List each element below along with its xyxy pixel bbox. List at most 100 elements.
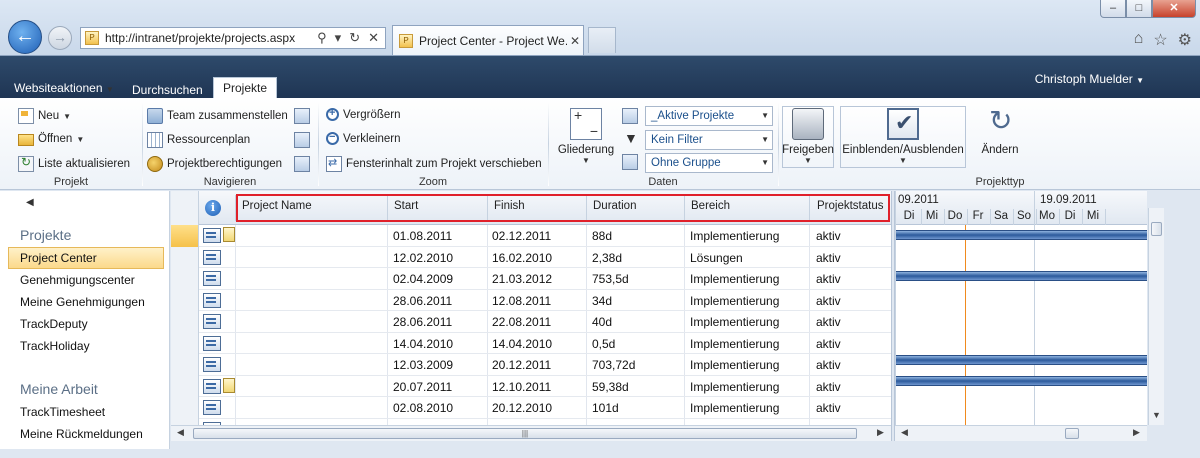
table-row[interactable]: 02.04.2009 21.03.2012 753,5d Implementierun… (171, 268, 891, 290)
nav-item-genehmigungscenter[interactable]: Genehmigungscenter (20, 273, 135, 287)
nav-item-tracktimesheet[interactable]: TrackTimesheet (20, 405, 105, 419)
search-icon[interactable]: ⚲ (317, 30, 327, 46)
row-selector[interactable] (171, 375, 199, 397)
project-icon[interactable] (203, 292, 221, 308)
tab-close-icon[interactable]: ✕ (567, 34, 583, 48)
tab-projekte[interactable]: Projekte (213, 77, 277, 98)
row-selector[interactable] (171, 332, 199, 354)
nav-item-meine-rueckmeldungen[interactable]: Meine Rückmeldungen (20, 427, 143, 441)
maximize-button[interactable]: □ (1126, 0, 1152, 18)
row-selector[interactable] (171, 246, 199, 268)
gantt-bar[interactable] (896, 271, 1147, 281)
table-row[interactable]: 14.04.2010 14.04.2010 0,5d Implementierung a… (171, 332, 891, 354)
zoom-in-button[interactable]: Vergrößern (326, 107, 401, 121)
project-icon[interactable] (203, 357, 221, 372)
gear-icon[interactable]: ⚙ (1178, 30, 1192, 50)
scroll-to-project-button[interactable]: Fensterinhalt zum Projekt verschieben (326, 156, 542, 172)
vertical-scrollbar[interactable]: ▼ (1148, 208, 1164, 425)
row-selector[interactable] (171, 289, 199, 311)
new-tab-button[interactable] (588, 27, 616, 53)
resource-plan-button[interactable]: Ressourcenplan (147, 132, 250, 148)
gantt-bar[interactable] (896, 230, 1147, 240)
address-bar[interactable]: P http://intranet/projekte/projects.aspx… (80, 27, 386, 49)
forward-button[interactable]: → (48, 26, 72, 50)
site-actions-menu[interactable]: Websiteaktionen ▼ (14, 81, 114, 95)
group-select[interactable]: Ohne Gruppe ▼ (645, 153, 773, 173)
collapse-arrow-icon[interactable]: ◀ (26, 197, 34, 208)
scroll-down-icon[interactable]: ▼ (1152, 410, 1161, 420)
project-icon[interactable] (203, 249, 221, 265)
gantt-horizontal-scrollbar[interactable]: ◀ ▶ (895, 425, 1147, 441)
nav-heading-meine-arbeit[interactable]: Meine Arbeit (20, 381, 98, 397)
url-text[interactable]: http://intranet/projekte/projects.aspx (105, 31, 317, 45)
note-icon[interactable] (223, 227, 235, 242)
show-hide-button[interactable]: Einblenden/Ausblenden ▼ (840, 108, 966, 165)
row-selector[interactable] (171, 397, 199, 419)
user-menu[interactable]: Christoph Muelder ▼ (1035, 72, 1144, 86)
new-button[interactable]: Neu ▼ (18, 108, 71, 124)
nav-item-trackholiday[interactable]: TrackHoliday (20, 339, 90, 353)
excel-export-icon[interactable] (294, 108, 310, 124)
open-button[interactable]: Öffnen ▼ (18, 132, 84, 146)
scroll-right-icon[interactable]: ▶ (877, 427, 884, 438)
project-icon[interactable] (203, 228, 221, 243)
table-row[interactable]: 28.06.2011 22.08.2011 40d Implementierung ak… (171, 311, 891, 333)
project-icon[interactable] (203, 314, 221, 329)
row-selector[interactable] (171, 311, 199, 333)
nav-item-meine-genehmigungen[interactable]: Meine Genehmigungen (20, 295, 145, 309)
info-icon[interactable]: i (205, 200, 221, 216)
gantt-bar[interactable] (896, 376, 1147, 386)
home-icon[interactable]: ⌂ (1134, 30, 1144, 50)
permissions-button[interactable]: Projektberechtigungen (147, 156, 282, 172)
table-row[interactable]: 01.08.2011 02.12.2011 88d Implementierung ak… (171, 225, 891, 247)
grid-horizontal-scrollbar[interactable]: ◀ ||| ▶ (171, 425, 891, 441)
team-button[interactable]: Team zusammenstellen (147, 108, 288, 124)
refresh-list-button[interactable]: Liste aktualisieren (18, 155, 130, 172)
cell-duration: 34d (592, 293, 613, 308)
change-type-button[interactable]: Ändern (972, 104, 1028, 156)
cell-start: 12.02.2010 (393, 250, 454, 265)
table-row[interactable]: 28.06.2011 12.08.2011 34d Implementierung ak… (171, 289, 891, 311)
project-icon[interactable] (203, 400, 221, 415)
nav-heading-projekte[interactable]: Projekte (20, 227, 71, 243)
filter-icon: ▼ (624, 130, 638, 146)
grid-scroll-thumb[interactable]: ||| (193, 428, 857, 439)
table-row[interactable]: 12.03.2009 20.12.2011 703,72d Implementieru… (171, 354, 891, 376)
row-selector[interactable] (171, 354, 199, 376)
zoom-out-button[interactable]: Verkleinern (326, 131, 401, 145)
vertical-scroll-thumb[interactable] (1151, 222, 1162, 236)
minimize-button[interactable]: – (1100, 0, 1126, 18)
project-icon[interactable] (203, 335, 221, 351)
scroll-right-icon[interactable]: ▶ (1133, 427, 1140, 438)
note-icon[interactable] (223, 377, 235, 393)
share-button[interactable]: Freigeben ▼ (778, 108, 838, 165)
back-button[interactable]: ← (8, 20, 42, 54)
project-icon[interactable] (203, 271, 221, 286)
stop-icon[interactable]: ✕ (368, 30, 379, 46)
refresh-icon[interactable]: ↻ (349, 30, 360, 46)
table-row[interactable]: 12.02.2010 16.02.2010 2,38d Lösungen aktiv (171, 246, 891, 268)
close-window-button[interactable]: ✕ (1152, 0, 1196, 18)
gantt-scroll-thumb[interactable] (1065, 428, 1079, 439)
row-selector[interactable] (171, 268, 199, 290)
project-icon[interactable] (203, 378, 221, 394)
table-row[interactable]: 02.08.2010 20.12.2010 101d Implementierung a… (171, 397, 891, 419)
cell-finish: 14.04.2010 (492, 336, 553, 351)
outline-button[interactable]: Gliederung ▼ (556, 107, 616, 165)
gantt-bar[interactable] (896, 355, 1147, 365)
browser-tab[interactable]: P Project Center - Project We... ✕ (392, 25, 584, 55)
gantt-day-label: Sa (993, 210, 1009, 222)
tab-durchsuchen[interactable]: Durchsuchen (132, 83, 203, 97)
table-row[interactable]: 20.07.2011 12.10.2011 59,38d Implementierun… (171, 375, 891, 397)
scroll-left-icon[interactable]: ◀ (901, 427, 908, 438)
view-select[interactable]: _Aktive Projekte ▼ (645, 106, 773, 126)
favorites-star-icon[interactable]: ☆ (1153, 30, 1167, 50)
nav-item-trackdeputy[interactable]: TrackDeputy (20, 317, 88, 331)
row-selector[interactable] (171, 225, 199, 247)
hierarchy-icon[interactable] (294, 156, 310, 172)
dropdown-icon[interactable]: ▾ (335, 30, 342, 46)
nav-item-project-center[interactable]: Project Center (20, 251, 97, 265)
filter-select[interactable]: Kein Filter ▼ (645, 130, 773, 150)
check-out-icon[interactable] (294, 132, 310, 148)
scroll-left-icon[interactable]: ◀ (177, 427, 184, 438)
